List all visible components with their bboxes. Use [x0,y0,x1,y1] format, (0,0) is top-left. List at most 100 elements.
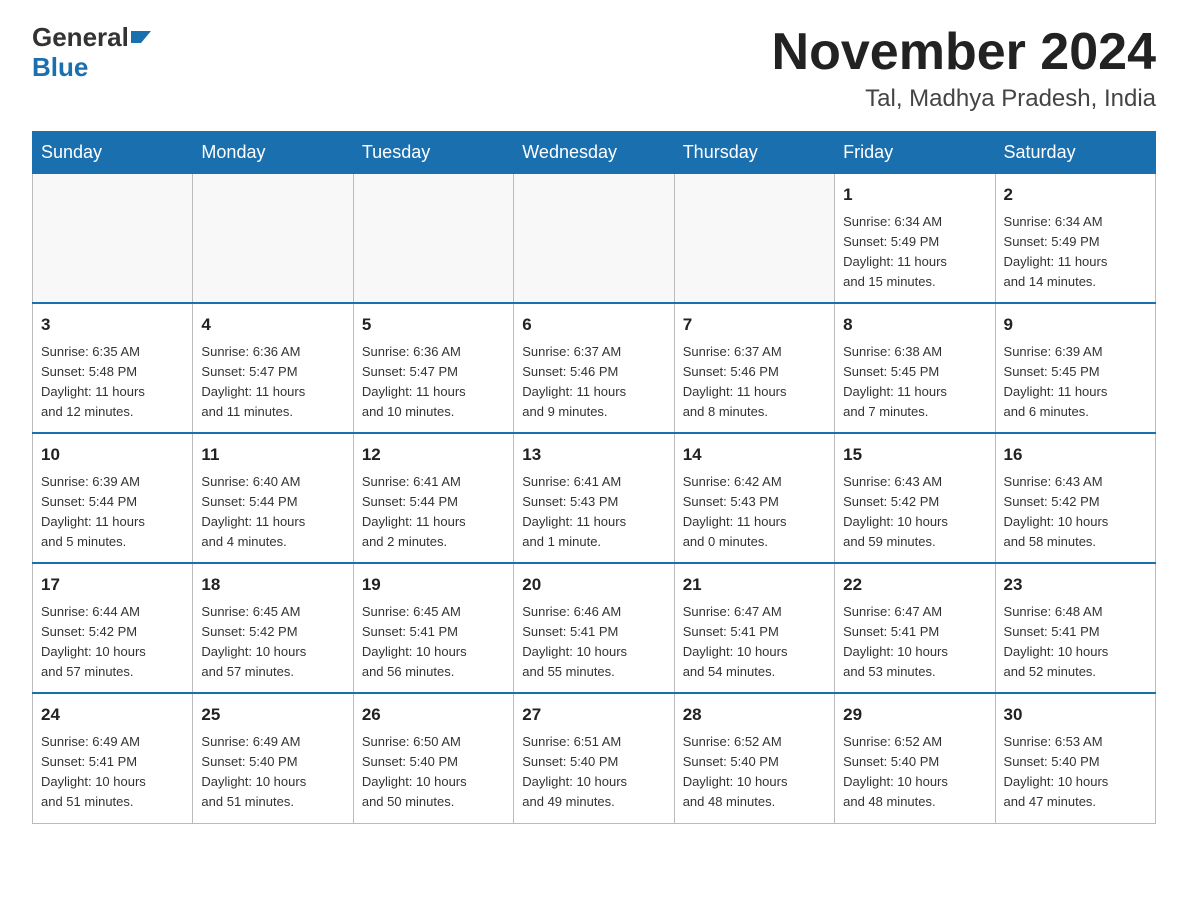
day-number: 1 [843,182,986,208]
day-number: 20 [522,572,665,598]
weekday-header-row: Sunday Monday Tuesday Wednesday Thursday… [33,132,1156,174]
calendar-cell: 26 Sunrise: 6:50 AMSunset: 5:40 PMDayligh… [353,693,513,823]
month-title: November 2024 [772,24,1156,81]
calendar-week-row: 3 Sunrise: 6:35 AMSunset: 5:48 PMDaylight… [33,303,1156,433]
day-info: Sunrise: 6:47 AMSunset: 5:41 PMDaylight:… [843,602,986,683]
day-info: Sunrise: 6:43 AMSunset: 5:42 PMDaylight:… [843,472,986,553]
day-info: Sunrise: 6:47 AMSunset: 5:41 PMDaylight:… [683,602,826,683]
day-info: Sunrise: 6:49 AMSunset: 5:41 PMDaylight:… [41,732,184,813]
day-info: Sunrise: 6:39 AMSunset: 5:44 PMDaylight:… [41,472,184,553]
day-info: Sunrise: 6:52 AMSunset: 5:40 PMDaylight:… [683,732,826,813]
day-info: Sunrise: 6:45 AMSunset: 5:41 PMDaylight:… [362,602,505,683]
calendar-cell: 11Sunrise: 6:40 AMSunset: 5:44 PMDayligh… [193,433,353,563]
calendar-cell: 4 Sunrise: 6:36 AMSunset: 5:47 PMDaylight… [193,303,353,433]
calendar-cell: 14Sunrise: 6:42 AMSunset: 5:43 PMDayligh… [674,433,834,563]
day-number: 15 [843,442,986,468]
calendar-cell [353,174,513,304]
day-number: 28 [683,702,826,728]
calendar-cell: 23 Sunrise: 6:48 AMSunset: 5:41 PMDayligh… [995,563,1155,693]
calendar-cell: 17Sunrise: 6:44 AMSunset: 5:42 PMDayligh… [33,563,193,693]
day-number: 9 [1004,312,1147,338]
day-number: 13 [522,442,665,468]
day-number: 26 [362,702,505,728]
calendar-week-row: 24 Sunrise: 6:49 AMSunset: 5:41 PMDayligh… [33,693,1156,823]
day-number: 22 [843,572,986,598]
day-number: 14 [683,442,826,468]
calendar-cell: 3 Sunrise: 6:35 AMSunset: 5:48 PMDaylight… [33,303,193,433]
day-info: Sunrise: 6:51 AMSunset: 5:40 PMDaylight:… [522,732,665,813]
calendar-cell [674,174,834,304]
calendar-cell: 13 Sunrise: 6:41 AMSunset: 5:43 PMDayligh… [514,433,674,563]
day-info: Sunrise: 6:53 AMSunset: 5:40 PMDaylight:… [1004,732,1147,813]
day-number: 24 [41,702,184,728]
logo: General Blue [32,24,151,83]
calendar-week-row: 10 Sunrise: 6:39 AMSunset: 5:44 PMDayligh… [33,433,1156,563]
header-monday: Monday [193,132,353,174]
day-info: Sunrise: 6:38 AMSunset: 5:45 PMDaylight:… [843,342,986,423]
day-info: Sunrise: 6:37 AMSunset: 5:46 PMDaylight:… [522,342,665,423]
calendar-cell: 2 Sunrise: 6:34 AMSunset: 5:49 PMDaylight… [995,174,1155,304]
calendar-cell: 6 Sunrise: 6:37 AMSunset: 5:46 PMDaylight… [514,303,674,433]
calendar-cell: 19Sunrise: 6:45 AMSunset: 5:41 PMDayligh… [353,563,513,693]
calendar-week-row: 1 Sunrise: 6:34 AMSunset: 5:49 PMDaylight… [33,174,1156,304]
location-subtitle: Tal, Madhya Pradesh, India [772,85,1156,113]
day-info: Sunrise: 6:46 AMSunset: 5:41 PMDaylight:… [522,602,665,683]
header-sunday: Sunday [33,132,193,174]
day-number: 16 [1004,442,1147,468]
logo-blue-text: Blue [32,52,88,83]
day-info: Sunrise: 6:36 AMSunset: 5:47 PMDaylight:… [362,342,505,423]
day-number: 4 [201,312,344,338]
day-number: 17 [41,572,184,598]
calendar-cell: 28 Sunrise: 6:52 AMSunset: 5:40 PMDayligh… [674,693,834,823]
day-number: 12 [362,442,505,468]
day-number: 18 [201,572,344,598]
day-info: Sunrise: 6:41 AMSunset: 5:43 PMDaylight:… [522,472,665,553]
day-number: 29 [843,702,986,728]
day-info: Sunrise: 6:39 AMSunset: 5:45 PMDaylight:… [1004,342,1147,423]
calendar-cell [193,174,353,304]
calendar-cell: 18 Sunrise: 6:45 AMSunset: 5:42 PMDayligh… [193,563,353,693]
day-number: 8 [843,312,986,338]
page-header: General Blue November 2024 Tal, Madhya P… [32,24,1156,113]
day-info: Sunrise: 6:34 AMSunset: 5:49 PMDaylight:… [843,212,986,293]
day-info: Sunrise: 6:45 AMSunset: 5:42 PMDaylight:… [201,602,344,683]
calendar-cell: 12 Sunrise: 6:41 AMSunset: 5:44 PMDayligh… [353,433,513,563]
day-number: 6 [522,312,665,338]
calendar-table: Sunday Monday Tuesday Wednesday Thursday… [32,131,1156,823]
calendar-cell [33,174,193,304]
calendar-cell: 21 Sunrise: 6:47 AMSunset: 5:41 PMDayligh… [674,563,834,693]
day-info: Sunrise: 6:41 AMSunset: 5:44 PMDaylight:… [362,472,505,553]
calendar-cell: 22 Sunrise: 6:47 AMSunset: 5:41 PMDayligh… [835,563,995,693]
calendar-cell: 20 Sunrise: 6:46 AMSunset: 5:41 PMDayligh… [514,563,674,693]
calendar-cell: 8 Sunrise: 6:38 AMSunset: 5:45 PMDaylight… [835,303,995,433]
day-number: 11 [201,442,344,468]
day-info: Sunrise: 6:52 AMSunset: 5:40 PMDaylight:… [843,732,986,813]
day-info: Sunrise: 6:49 AMSunset: 5:40 PMDaylight:… [201,732,344,813]
day-info: Sunrise: 6:36 AMSunset: 5:47 PMDaylight:… [201,342,344,423]
calendar-cell: 29 Sunrise: 6:52 AMSunset: 5:40 PMDayligh… [835,693,995,823]
day-number: 2 [1004,182,1147,208]
calendar-cell: 30Sunrise: 6:53 AMSunset: 5:40 PMDayligh… [995,693,1155,823]
day-info: Sunrise: 6:48 AMSunset: 5:41 PMDaylight:… [1004,602,1147,683]
calendar-cell: 10 Sunrise: 6:39 AMSunset: 5:44 PMDayligh… [33,433,193,563]
day-info: Sunrise: 6:37 AMSunset: 5:46 PMDaylight:… [683,342,826,423]
day-info: Sunrise: 6:35 AMSunset: 5:48 PMDaylight:… [41,342,184,423]
day-number: 3 [41,312,184,338]
calendar-cell: 24 Sunrise: 6:49 AMSunset: 5:41 PMDayligh… [33,693,193,823]
day-number: 5 [362,312,505,338]
calendar-week-row: 17Sunrise: 6:44 AMSunset: 5:42 PMDayligh… [33,563,1156,693]
day-number: 10 [41,442,184,468]
day-number: 21 [683,572,826,598]
header-wednesday: Wednesday [514,132,674,174]
calendar-cell: 5 Sunrise: 6:36 AMSunset: 5:47 PMDaylight… [353,303,513,433]
calendar-cell: 15 Sunrise: 6:43 AMSunset: 5:42 PMDayligh… [835,433,995,563]
day-info: Sunrise: 6:50 AMSunset: 5:40 PMDaylight:… [362,732,505,813]
header-thursday: Thursday [674,132,834,174]
day-number: 23 [1004,572,1147,598]
header-tuesday: Tuesday [353,132,513,174]
day-number: 7 [683,312,826,338]
day-number: 25 [201,702,344,728]
day-info: Sunrise: 6:34 AMSunset: 5:49 PMDaylight:… [1004,212,1147,293]
header-friday: Friday [835,132,995,174]
logo-general-text: General [32,24,129,50]
